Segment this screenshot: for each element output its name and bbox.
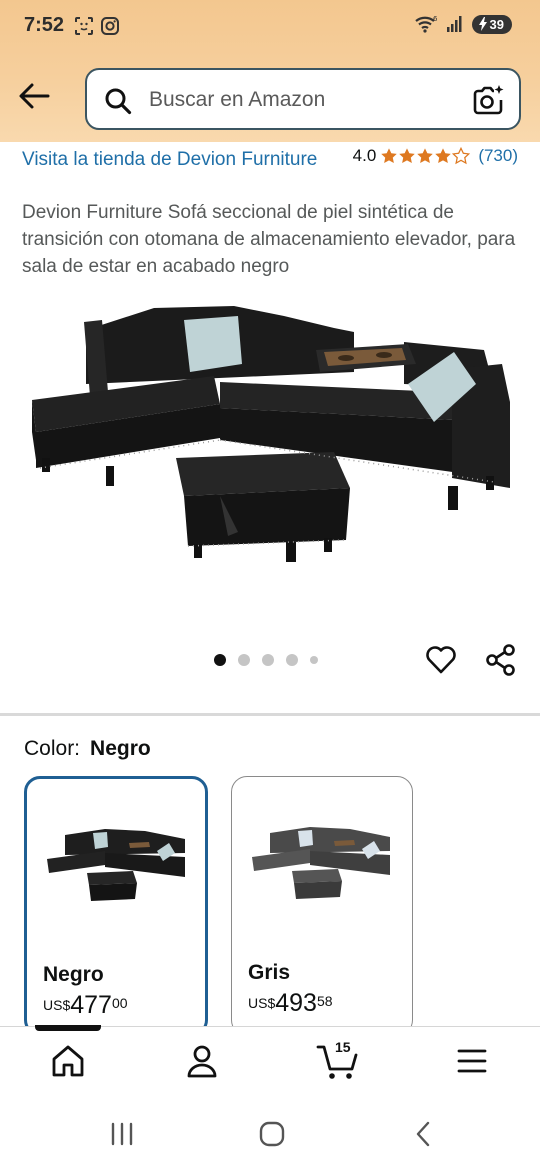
swatch-name: Negro — [43, 963, 104, 986]
image-pagination[interactable] — [214, 654, 318, 666]
charging-icon — [478, 17, 487, 31]
cart-count-badge: 15 — [335, 1039, 351, 1055]
rating-value: 4.0 — [352, 146, 377, 165]
wifi-icon: 6 — [414, 15, 438, 33]
search-bar[interactable]: Buscar en Amazon — [85, 68, 521, 130]
store-link[interactable]: Visita la tienda de Devion Furniture — [22, 146, 322, 173]
wifi-label: 6 — [433, 15, 438, 23]
product-title: Devion Furniture Sofá seccional de piel … — [22, 202, 516, 277]
price-whole: 493 — [275, 989, 317, 1017]
signal-icon — [446, 16, 462, 32]
swatch-image — [252, 827, 390, 899]
price-currency: US$ — [248, 995, 276, 1011]
color-label-value: Negro — [90, 737, 151, 760]
search-icon — [105, 88, 132, 115]
color-selector-label: Color: Negro — [24, 737, 151, 761]
star-full-icon — [417, 148, 434, 164]
price-fraction: 00 — [111, 995, 128, 1011]
product-image[interactable] — [24, 292, 516, 602]
status-notification-icons — [74, 16, 120, 36]
swatch-image — [47, 829, 185, 901]
recent-apps-icon[interactable] — [108, 1120, 136, 1148]
battery-indicator: 39 — [471, 14, 512, 34]
price-fraction: 58 — [316, 993, 333, 1009]
share-icon[interactable] — [484, 643, 518, 677]
pagination-dot[interactable] — [214, 654, 226, 666]
menu-icon[interactable] — [456, 1043, 488, 1079]
star-full-icon — [399, 148, 416, 164]
price-currency: US$ — [43, 997, 71, 1013]
swatch-price: US$ 493 58 — [248, 989, 333, 1018]
face-scan-icon — [75, 17, 93, 35]
account-icon[interactable] — [185, 1043, 219, 1079]
color-label-key: Color: — [24, 737, 81, 760]
status-time: 7:52 — [24, 14, 65, 36]
rating-summary[interactable]: 4.0 (730) — [353, 146, 518, 166]
star-rating — [380, 147, 471, 165]
status-system-icons: 6 39 — [414, 14, 512, 34]
star-full-icon — [381, 148, 398, 164]
cart-button[interactable]: 15 — [316, 1039, 360, 1081]
pagination-dot[interactable] — [238, 654, 250, 666]
home-icon[interactable] — [50, 1043, 86, 1079]
home-system-icon[interactable] — [258, 1120, 286, 1148]
rating-count[interactable]: (730) — [478, 146, 518, 166]
pagination-dot[interactable] — [310, 656, 318, 664]
price-whole: 477 — [70, 991, 112, 1019]
back-system-icon[interactable] — [410, 1120, 438, 1148]
star-empty-icon — [452, 147, 471, 165]
instagram-icon — [101, 17, 119, 35]
system-navigation-bar — [0, 1100, 540, 1170]
active-tab-indicator — [35, 1025, 101, 1031]
wishlist-heart-icon[interactable] — [424, 643, 458, 677]
star-full-icon — [435, 148, 452, 164]
color-swatch-gris[interactable]: Gris US$ 493 58 — [231, 776, 413, 1036]
pagination-dot[interactable] — [286, 654, 298, 666]
status-bar: 7:52 6 39 — [0, 0, 540, 56]
search-input[interactable]: Buscar en Amazon — [149, 88, 325, 112]
back-arrow-icon[interactable] — [16, 80, 52, 112]
app-header: 7:52 6 39 Buscar en Amazon — [0, 0, 540, 142]
swatch-price: US$ 477 00 — [43, 991, 128, 1020]
color-swatch-negro[interactable]: Negro US$ 477 00 — [24, 776, 208, 1036]
section-divider — [0, 713, 540, 716]
battery-level: 39 — [489, 16, 504, 32]
pagination-dot[interactable] — [262, 654, 274, 666]
swatch-name: Gris — [248, 961, 291, 984]
camera-search-icon[interactable] — [471, 84, 505, 116]
bottom-navigation: 15 — [0, 1025, 540, 1100]
